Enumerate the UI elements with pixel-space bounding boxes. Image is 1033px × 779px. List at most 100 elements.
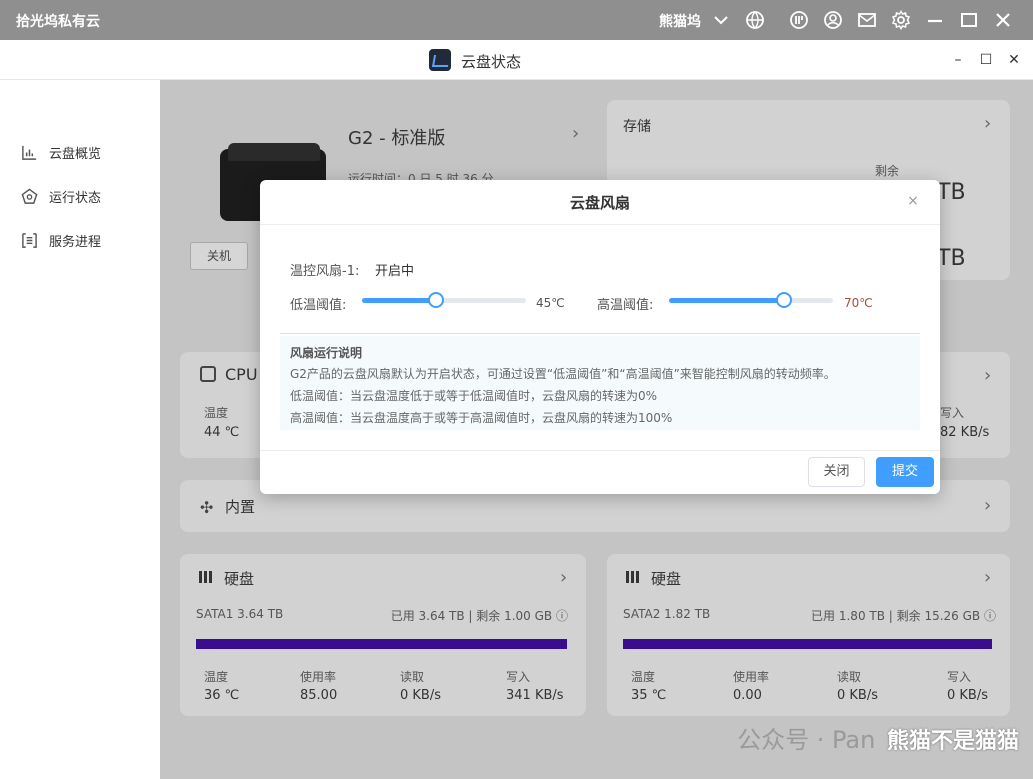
chevron-right-icon[interactable]: › <box>984 115 998 133</box>
dialog-divider <box>280 333 920 334</box>
disk-usage-bar <box>623 639 992 649</box>
notes-line: G2产品的云盘风扇默认为开启状态，可通过设置“低温阈值”和“高温阈值”来智能控制… <box>290 367 836 381</box>
chevron-right-icon[interactable]: › <box>984 367 998 385</box>
disk-temp-label: 温度 <box>204 670 229 684</box>
notes-title: 风扇运行说明 <box>290 346 363 360</box>
window-minimize-button[interactable]: – <box>950 52 966 68</box>
storage-value-2: TB <box>937 246 966 271</box>
cpu-write-label: 写入 <box>940 406 965 420</box>
close-icon[interactable] <box>993 10 1013 30</box>
watermark-faded-text: 公众号 · Pan <box>737 726 876 754</box>
slider-handle[interactable] <box>428 292 444 308</box>
dialog-close-icon[interactable]: × <box>906 194 920 208</box>
dialog-header-divider <box>260 224 940 225</box>
low-threshold-slider[interactable] <box>362 290 526 310</box>
process-list-icon <box>20 231 38 249</box>
disk-usage: 已用 1.80 TB | 剩余 15.26 GB ⓘ <box>811 607 996 624</box>
storage-value-1: TB <box>937 180 966 205</box>
disk-usage-bar <box>196 639 567 649</box>
disk-rate-value: 0.00 <box>733 688 762 703</box>
low-threshold-value: 45℃ <box>536 296 565 310</box>
disk-usage: 已用 3.64 TB | 剩余 1.00 GB ⓘ <box>391 607 568 624</box>
disk-temp-value: 36 ℃ <box>204 688 240 703</box>
cpu-icon <box>200 366 216 382</box>
shutdown-button[interactable]: 关机 <box>190 242 248 270</box>
app-logo-icon <box>429 49 451 71</box>
chevron-right-icon[interactable]: › <box>984 569 998 587</box>
disk-name: SATA1 3.64 TB <box>196 607 284 621</box>
disk-write-value: 0 KB/s <box>947 688 988 703</box>
chevron-right-icon[interactable]: › <box>984 497 998 515</box>
fan-settings-dialog: 云盘风扇 × 温控风扇-1: 开启中 低温阈值: 45℃ 高温阈值: 70℃ 风… <box>260 180 940 494</box>
disk-usage-text: 已用 3.64 TB | 剩余 1.00 GB <box>390 609 553 623</box>
sidebar-item-overview[interactable]: 云盘概览 <box>20 142 101 162</box>
sidebar-item-status[interactable]: 运行状态 <box>20 186 101 206</box>
cancel-button[interactable]: 关闭 <box>808 457 865 487</box>
disk-write-label: 写入 <box>506 670 531 684</box>
watermark-text: 熊猫不是猫猫 <box>886 729 1019 754</box>
disk-card: 硬盘 › SATA1 3.64 TB 已用 3.64 TB | 剩余 1.00 … <box>180 554 586 716</box>
bar-chart-icon <box>20 143 38 161</box>
window-maximize-button[interactable]: ☐ <box>978 52 994 68</box>
disk-title: 硬盘 <box>651 570 682 588</box>
disk-read-label: 读取 <box>837 670 862 684</box>
disk-icon <box>198 569 214 585</box>
info-icon[interactable]: ⓘ <box>556 609 568 623</box>
user-icon[interactable] <box>823 10 843 30</box>
chevron-right-icon[interactable]: › <box>560 569 574 587</box>
sidebar-item-label: 云盘概览 <box>49 146 102 162</box>
os-user-name[interactable]: 熊猫坞 <box>659 11 701 31</box>
window-title: 云盘状态 <box>461 53 522 71</box>
disk-read-value: 0 KB/s <box>400 688 441 703</box>
slider-handle[interactable] <box>776 292 792 308</box>
disk-icon <box>625 569 641 585</box>
window-close-button[interactable]: ✕ <box>1006 52 1022 68</box>
high-threshold-value: 70℃ <box>844 296 873 310</box>
cpu-write-value: 82 KB/s <box>940 425 990 440</box>
disk-card: 硬盘 › SATA2 1.82 TB 已用 1.80 TB | 剩余 15.26… <box>607 554 1010 716</box>
high-threshold-label: 高温阈值: <box>597 298 654 313</box>
disk-rate-label: 使用率 <box>733 670 770 684</box>
chevron-right-icon[interactable]: › <box>572 125 586 143</box>
disk-write-label: 写入 <box>947 670 972 684</box>
disk-temp-value: 35 ℃ <box>631 688 667 703</box>
disk-rate-value: 85.00 <box>300 688 338 703</box>
info-icon[interactable]: ⓘ <box>984 609 996 623</box>
gear-icon[interactable] <box>891 10 911 30</box>
fan-notes: 风扇运行说明 G2产品的云盘风扇默认为开启状态，可通过设置“低温阈值”和“高温阈… <box>280 336 920 430</box>
dialog-title: 云盘风扇 <box>569 194 630 212</box>
sidebar-item-label: 运行状态 <box>49 190 102 206</box>
disk-title: 硬盘 <box>224 570 255 588</box>
fan-status: 开启中 <box>375 264 415 279</box>
slider-fill <box>362 298 436 303</box>
maximize-icon[interactable] <box>959 10 979 30</box>
disk-name: SATA2 1.82 TB <box>623 607 711 621</box>
storage-remaining-label: 剩余 <box>875 164 900 178</box>
cpu-temp-label: 温度 <box>204 406 229 420</box>
cpu-temp-value: 44 ℃ <box>204 425 240 440</box>
tools-icon[interactable] <box>789 10 809 30</box>
minimize-icon[interactable] <box>925 10 945 30</box>
globe-icon[interactable] <box>745 10 765 30</box>
slider-fill <box>669 298 784 303</box>
submit-button[interactable]: 提交 <box>876 457 934 487</box>
disk-usage-text: 已用 1.80 TB | 剩余 15.26 GB <box>811 609 981 623</box>
device-name: G2 - 标准版 <box>348 128 446 149</box>
disk-rate-label: 使用率 <box>300 670 337 684</box>
chevron-down-icon[interactable] <box>711 10 731 30</box>
low-threshold-label: 低温阈值: <box>290 298 347 313</box>
fan-label: 温控风扇-1: <box>290 264 360 279</box>
disk-read-label: 读取 <box>400 670 425 684</box>
fan-icon: ✣ <box>200 498 214 517</box>
high-threshold-slider[interactable] <box>669 290 833 310</box>
mail-icon[interactable] <box>857 10 877 30</box>
sidebar-item-label: 服务进程 <box>49 234 102 250</box>
notes-line: 高温阈值：当云盘温度高于或等于高温阈值时，云盘风扇的转速为100% <box>290 411 673 425</box>
storage-title: 存储 <box>623 119 651 135</box>
disk-temp-label: 温度 <box>631 670 656 684</box>
os-app-title: 拾光坞私有云 <box>16 14 100 30</box>
sidebar-item-processes[interactable]: 服务进程 <box>20 230 101 250</box>
disk-write-value: 341 KB/s <box>506 688 564 703</box>
disk-read-value: 0 KB/s <box>837 688 878 703</box>
cpu-title: CPU <box>225 365 258 384</box>
